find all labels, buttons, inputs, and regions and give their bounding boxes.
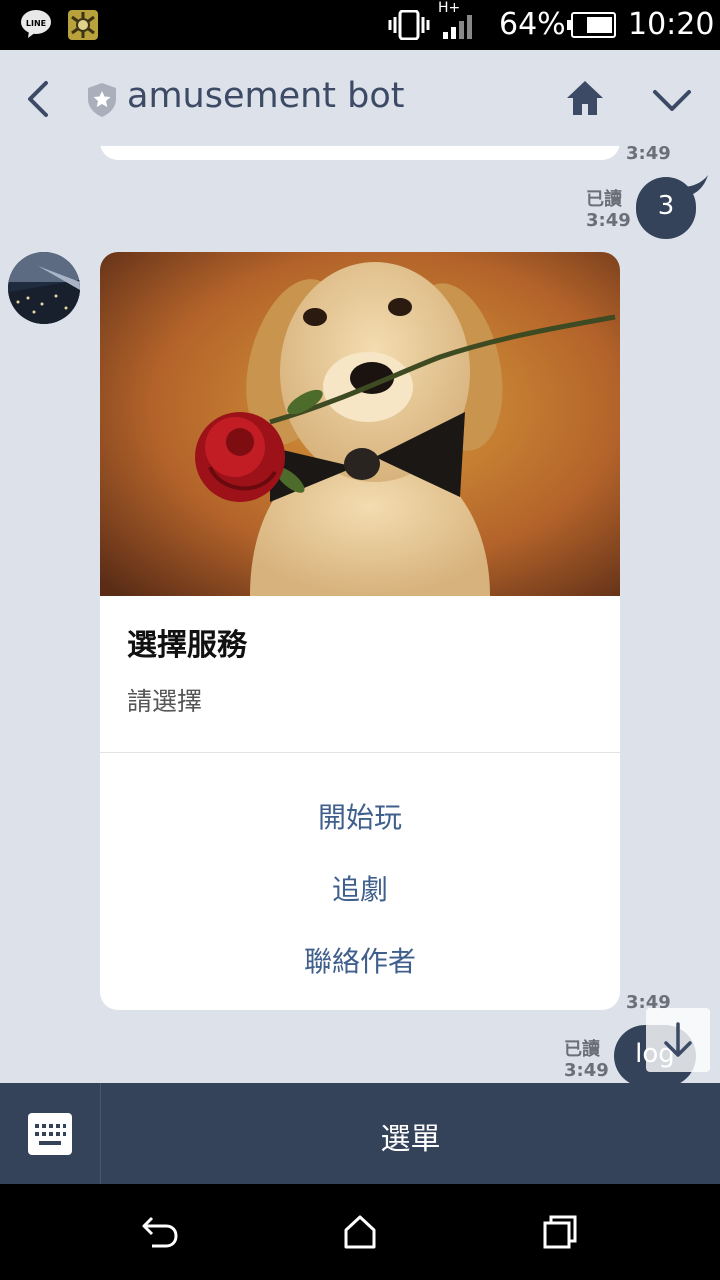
recent-apps-icon[interactable]: [542, 1214, 578, 1250]
svg-text:LINE: LINE: [26, 19, 46, 28]
sent-message-text: 3: [657, 191, 675, 221]
chevron-down-icon[interactable]: [652, 88, 692, 114]
card-title: 選擇服務: [127, 628, 247, 663]
city-night-avatar-image: [8, 252, 80, 324]
message-time: 3:49: [626, 146, 671, 164]
sent-message-bubble[interactable]: 3: [636, 175, 708, 239]
vibrate-icon: [388, 10, 430, 40]
back-icon[interactable]: [140, 1214, 180, 1250]
battery-icon: [567, 12, 616, 38]
home-nav-icon[interactable]: [342, 1214, 378, 1250]
avatar[interactable]: [8, 252, 80, 324]
menu-label: 選單: [380, 1122, 441, 1157]
card-subtitle: 請選擇: [127, 687, 203, 716]
message-time: 3:49: [586, 210, 631, 231]
keyboard-icon: [28, 1113, 72, 1155]
card-action-watch-drama[interactable]: 追劇: [100, 868, 620, 908]
rich-menu-toggle[interactable]: 選單: [101, 1083, 720, 1184]
card-action-start-play[interactable]: 開始玩: [100, 796, 620, 836]
status-bar: LINE H+ 64% 10:20: [0, 0, 720, 50]
android-nav-bar: [0, 1184, 720, 1280]
card-divider: [100, 752, 620, 753]
app-notification-icon: [68, 10, 98, 40]
back-arrow-icon[interactable]: [24, 80, 52, 118]
chat-title: amusement bot: [127, 76, 405, 116]
puppy-rose-image[interactable]: [100, 252, 620, 596]
read-receipt: 已讀: [586, 189, 622, 210]
received-message-partial: [100, 146, 620, 160]
chat-header: amusement bot: [0, 50, 720, 146]
signal-strength-icon: [443, 15, 472, 39]
arrow-down-icon: [664, 1022, 692, 1057]
battery-percent: 64%: [499, 7, 566, 42]
home-icon[interactable]: [565, 79, 605, 117]
scroll-to-bottom-button[interactable]: [646, 1008, 710, 1072]
template-card: 選擇服務 請選擇 開始玩 追劇 聯絡作者: [100, 252, 620, 1010]
status-time: 10:20: [628, 7, 715, 42]
chat-area[interactable]: 3:49 已讀 3:49 3 選擇服務 請選擇 開始玩 追劇 聯絡作者 3:49…: [0, 146, 720, 1083]
read-receipt: 已讀: [564, 1039, 600, 1060]
message-time: 3:49: [564, 1060, 609, 1081]
bottom-menu-bar: 選單: [0, 1083, 720, 1184]
line-app-icon: LINE: [21, 10, 51, 38]
card-action-contact-author[interactable]: 聯絡作者: [100, 940, 620, 980]
keyboard-toggle-button[interactable]: [0, 1083, 101, 1184]
official-account-badge-icon: [88, 83, 116, 117]
